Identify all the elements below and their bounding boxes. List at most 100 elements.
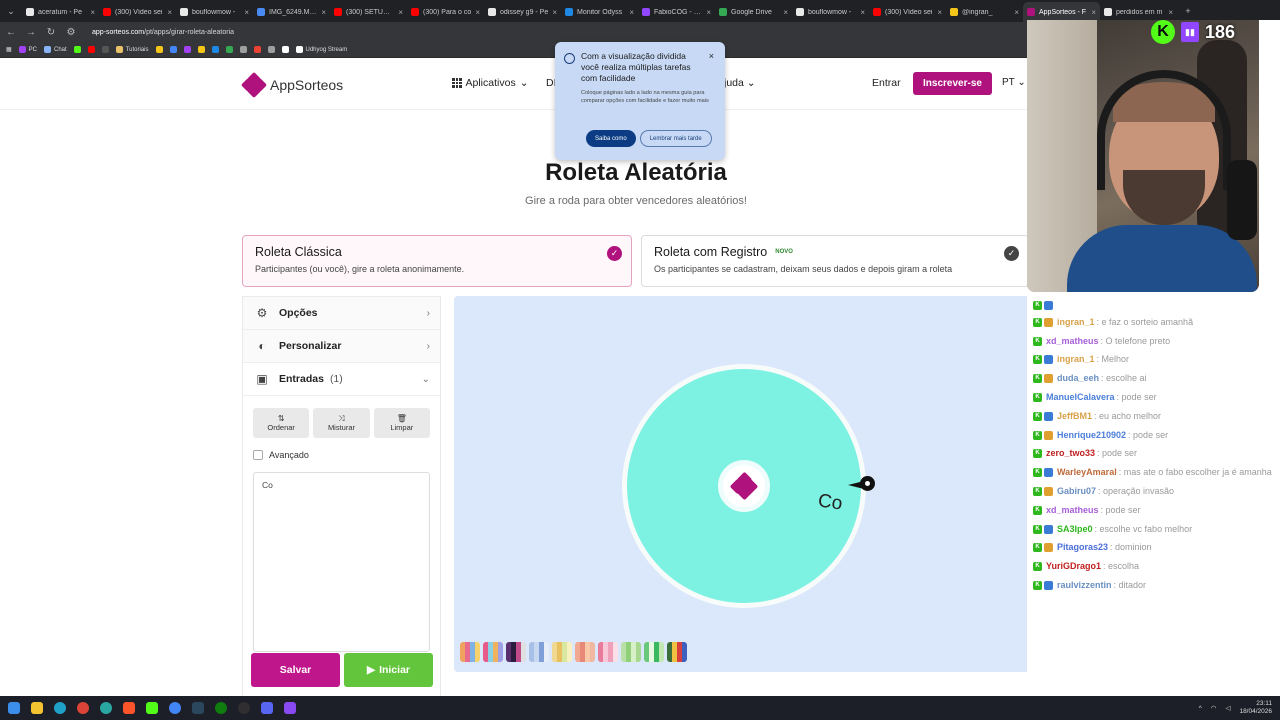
language-selector[interactable]: PT ⌄ [1002,77,1026,88]
palette-swatch[interactable] [575,642,595,662]
clear-button[interactable]: 🗑 Limpar [373,408,430,438]
login-link[interactable]: Entrar [872,77,901,89]
options-accordion[interactable]: ⚙ Opções › [243,297,440,330]
chat-username[interactable]: WarleyAmaral [1057,466,1117,479]
browser-tab[interactable]: bouflowmow - × [176,2,253,22]
shuffle-button[interactable]: ⤨ Misturar [313,408,370,438]
bookmark-item[interactable] [101,46,109,53]
palette-swatch[interactable] [506,642,526,662]
help-menu[interactable]: juda ⌄ [724,77,756,89]
apps-menu[interactable]: Aplicativos ⌄ [452,77,529,89]
close-tab-icon[interactable]: × [244,8,249,17]
palette-swatch[interactable] [598,642,618,662]
browser-tab[interactable]: odissey g9 - Pe × [484,2,561,22]
explorer-icon[interactable] [31,702,43,714]
bookmark-item[interactable] [183,46,191,53]
edge-icon[interactable] [54,702,66,714]
site-info-icon[interactable]: ⚙ [66,27,76,38]
palette-swatch[interactable] [621,642,641,662]
advanced-checkbox[interactable] [253,450,263,460]
chrome-icon[interactable] [77,702,89,714]
wifi-icon[interactable]: ◠ [1211,704,1217,712]
chat-username[interactable]: YuriGDrago1 [1046,560,1101,573]
close-tab-icon[interactable]: × [1091,8,1096,17]
steam-icon[interactable] [192,702,204,714]
bookmark-item[interactable] [267,46,275,53]
close-tab-icon[interactable]: × [90,8,95,17]
bookmark-item[interactable]: Chat [44,46,67,53]
start-button[interactable]: ▶ Iniciar [344,653,433,687]
browser-tab[interactable]: IMG_6249.MOV × [253,2,330,22]
chat-username[interactable]: ManuelCalavera [1046,391,1115,404]
bookmark-item[interactable] [155,46,163,53]
close-icon[interactable]: × [709,51,714,61]
chat-username[interactable]: Gabiru07 [1057,485,1096,498]
discord-icon[interactable] [261,702,273,714]
wheel-center-button[interactable] [718,460,770,512]
save-button[interactable]: Salvar [251,653,340,687]
windows-start-icon[interactable] [8,702,20,714]
chat-username[interactable]: Henrique210902 [1057,429,1126,442]
signup-button[interactable]: Inscrever-se [913,72,992,95]
url-field[interactable]: app-sorteos.com/pt/apps/girar-roleta-ale… [92,29,234,36]
palette-swatch[interactable] [460,642,480,662]
volume-icon[interactable]: ◁ [1225,704,1230,712]
close-tab-icon[interactable]: × [629,8,634,17]
bookmark-item[interactable] [253,46,261,53]
close-tab-icon[interactable]: × [860,8,865,17]
app-icon[interactable] [284,702,296,714]
apps-grid-icon[interactable]: ▦ [6,46,12,53]
new-tab-button[interactable]: + [1177,6,1199,16]
close-tab-icon[interactable]: × [1014,8,1019,17]
xbox-icon[interactable] [215,702,227,714]
chat-username[interactable]: SA3Ipe0 [1057,523,1093,536]
chat-username[interactable]: xd_matheus [1046,335,1099,348]
reload-icon[interactable]: ↻ [46,27,56,38]
app-icon[interactable] [100,702,112,714]
entries-textarea[interactable]: Co [253,472,430,652]
bookmark-item[interactable] [281,46,289,53]
close-tab-icon[interactable]: × [398,8,403,17]
chat-username[interactable]: raulvizzentin [1057,579,1112,592]
chat-username[interactable]: ingran_1 [1057,353,1095,366]
palette-swatch[interactable] [552,642,572,662]
chat-username[interactable]: Pitagoras23 [1057,541,1108,554]
sort-button[interactable]: ⇅ Ordenar [253,408,310,438]
mode-card-registry[interactable]: Roleta com Registro NOVO Os participantes… [641,235,1029,287]
chat-username[interactable]: zero_two33 [1046,447,1095,460]
close-tab-icon[interactable]: × [783,8,788,17]
bookmark-item[interactable] [239,46,247,53]
close-tab-icon[interactable]: × [1168,8,1173,17]
chat-username[interactable]: duda_eeh [1057,372,1099,385]
bookmark-item[interactable] [211,46,219,53]
chrome-icon[interactable] [169,702,181,714]
palette-swatch[interactable] [483,642,503,662]
palette-swatch[interactable] [644,642,664,662]
bookmark-item[interactable] [87,46,95,53]
bookmark-item[interactable]: Udhyog Stream [295,46,347,53]
browser-tab[interactable]: aceratum - Pe × [22,2,99,22]
browser-tab[interactable]: perdidos em m × [1100,2,1177,22]
kick-icon[interactable] [146,702,158,714]
brave-icon[interactable] [123,702,135,714]
appsorteos-logo[interactable]: AppSorteos [240,71,343,99]
bookmark-item[interactable]: Tutoriais [115,46,149,53]
back-arrow-icon[interactable]: ← [6,27,16,38]
bookmark-item[interactable] [197,46,205,53]
palette-swatch[interactable] [529,642,549,662]
bookmark-item[interactable] [73,46,81,53]
close-tab-icon[interactable]: × [552,8,557,17]
entries-accordion[interactable]: ▣ Entradas (1) ⌄ [243,363,440,396]
chevron-up-icon[interactable]: ^ [1199,705,1202,712]
browser-tab[interactable]: bouflowmow - × [792,2,869,22]
palette-swatch[interactable] [667,642,687,662]
forward-arrow-icon[interactable]: → [26,27,36,38]
browser-tab[interactable]: (300) Para o co × [407,2,484,22]
bookmark-item[interactable]: PC [18,46,37,53]
obs-icon[interactable] [238,702,250,714]
browser-tab[interactable]: AppSorteos - F × [1023,2,1100,22]
browser-tab[interactable]: (300) Vídeo sei × [869,2,946,22]
browser-tab[interactable]: @ingran_ × [946,2,1023,22]
learn-how-button[interactable]: Saiba como [586,130,636,147]
advanced-toggle[interactable]: Avançado [243,438,440,460]
